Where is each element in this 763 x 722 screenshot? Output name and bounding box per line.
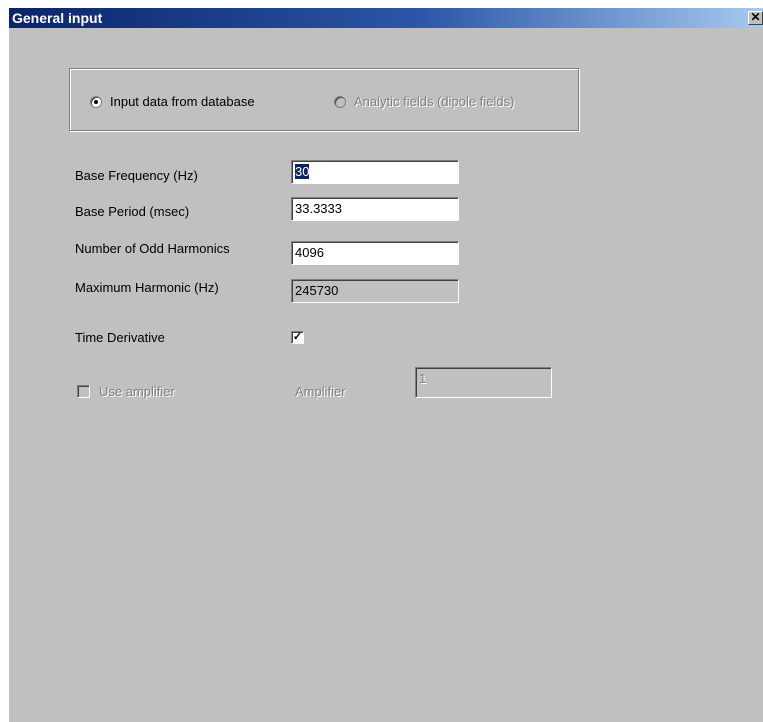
data-source-group: Input data from database Analytic fields… — [69, 68, 579, 131]
time-derivative-label: Time Derivative — [75, 330, 165, 345]
radio-label: Input data from database — [110, 94, 255, 109]
radio-indicator[interactable] — [90, 95, 102, 108]
close-icon: ✕ — [750, 10, 761, 24]
use-amplifier-checkbox — [77, 385, 90, 398]
base-frequency-input[interactable]: 30 — [291, 160, 459, 184]
general-input-dialog: General input ✕ Input data from database… — [8, 7, 763, 722]
base-period-input[interactable]: 33.3333 — [291, 197, 459, 221]
odd-harmonics-label: Number of Odd Harmonics — [75, 241, 230, 256]
check-icon: ✓ — [292, 331, 303, 343]
window-title: General input — [12, 10, 103, 26]
radio-indicator — [334, 95, 346, 108]
odd-harmonics-input[interactable]: 4096 — [291, 241, 459, 265]
amplifier-label: Amplifier — [295, 384, 346, 399]
radio-analytic-fields: Analytic fields (dipole fields) — [334, 94, 514, 109]
max-harmonic-field: 245730 — [291, 279, 459, 303]
amplifier-value: 1 — [419, 371, 427, 386]
radio-input-from-database[interactable]: Input data from database — [90, 94, 255, 109]
title-bar[interactable]: General input ✕ — [9, 8, 763, 28]
amplifier-input: 1 — [415, 367, 552, 398]
base-frequency-value: 30 — [295, 164, 310, 179]
max-harmonic-label: Maximum Harmonic (Hz) — [75, 280, 219, 295]
use-amplifier-label: Use amplifier — [99, 384, 175, 399]
base-frequency-label: Base Frequency (Hz) — [75, 168, 198, 183]
base-period-label: Base Period (msec) — [75, 204, 190, 219]
time-derivative-checkbox[interactable]: ✓ — [291, 331, 304, 344]
radio-label: Analytic fields (dipole fields) — [354, 94, 515, 109]
close-button[interactable]: ✕ — [748, 11, 763, 25]
